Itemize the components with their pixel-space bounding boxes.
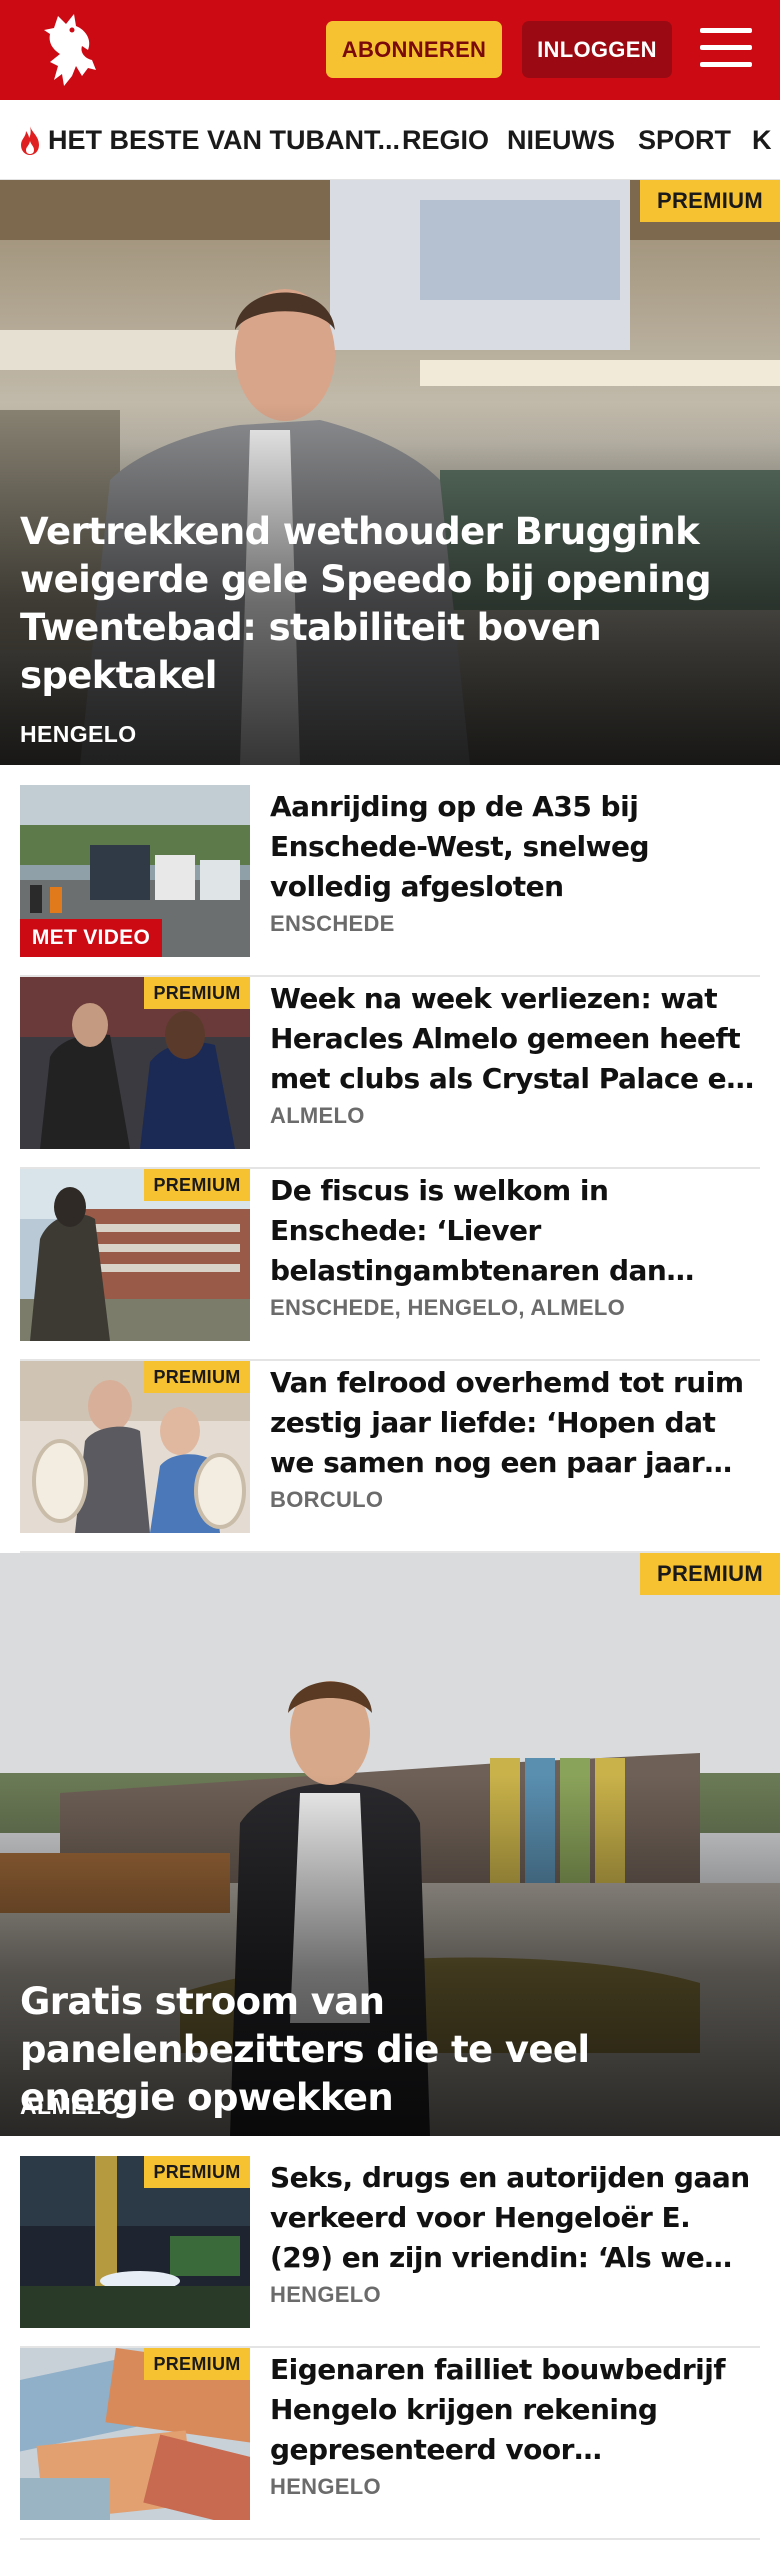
- video-badge: MET VIDEO: [20, 919, 162, 957]
- article-thumbnail: PREMIUM: [20, 1361, 250, 1533]
- flame-icon: [21, 126, 39, 155]
- section-nav: HET BESTE VAN TUBANT... REGIO NIEUWS SPO…: [0, 100, 780, 180]
- premium-badge: PREMIUM: [144, 2156, 250, 2188]
- hero-article[interactable]: PREMIUM Gratis stroom van panelenbezitte…: [0, 1553, 780, 2136]
- article-thumbnail: PREMIUM: [20, 1169, 250, 1341]
- hero-article[interactable]: PREMIUM Vertrekkend wethouder Bruggink w…: [0, 180, 780, 765]
- list-item[interactable]: PREMIUM Eigenaren failliet bouwbedrijf H…: [20, 2348, 760, 2540]
- nav-item-nieuws[interactable]: NIEUWS: [507, 100, 615, 179]
- article-place: ENSCHEDE, HENGELO, ALMELO: [270, 1295, 626, 1320]
- article-place: ENSCHEDE: [270, 911, 395, 936]
- article-place: BORCULO: [270, 1487, 384, 1512]
- article-thumbnail: PREMIUM: [20, 977, 250, 1149]
- list-item[interactable]: PREMIUM Van felrood overhemd tot ruim ze…: [20, 1361, 760, 1553]
- article-title[interactable]: Van felrood overhemd tot ruim zestig jaa…: [270, 1363, 760, 1483]
- article-title[interactable]: Week na week verliezen: wat Heracles Alm…: [270, 979, 760, 1099]
- premium-badge: PREMIUM: [144, 1361, 250, 1393]
- article-thumbnail: MET VIDEO: [20, 785, 250, 957]
- article-place: HENGELO: [270, 2282, 381, 2307]
- article-place: ALMELO: [270, 1103, 365, 1128]
- hero-title[interactable]: Vertrekkend wethouder Bruggink weigerde …: [20, 508, 740, 700]
- list-item[interactable]: PREMIUM De fiscus is welkom in Enschede:…: [20, 1169, 760, 1361]
- top-header: ABONNEREN INLOGGEN: [0, 0, 780, 100]
- login-button[interactable]: INLOGGEN: [522, 21, 672, 78]
- premium-badge: PREMIUM: [144, 1169, 250, 1201]
- article-title[interactable]: Eigenaren failliet bouwbedrijf Hengelo k…: [270, 2350, 760, 2470]
- article-place: HENGELO: [270, 2474, 381, 2499]
- article-title[interactable]: Seks, drugs en autorijden gaan verkeerd …: [270, 2158, 760, 2278]
- hamburger-menu-icon[interactable]: [700, 24, 752, 72]
- premium-badge: PREMIUM: [640, 1553, 780, 1595]
- hero-title[interactable]: Gratis stroom van panelenbezitters die t…: [20, 1978, 740, 2122]
- nav-item-more[interactable]: K: [752, 100, 772, 179]
- nav-item-best-of[interactable]: HET BESTE VAN TUBANT...: [18, 100, 401, 179]
- article-thumbnail: PREMIUM: [20, 2156, 250, 2328]
- article-title[interactable]: Aanrijding op de A35 bij Enschede-West, …: [270, 787, 760, 907]
- nav-item-label: HET BESTE VAN TUBANT...: [48, 124, 401, 155]
- list-item[interactable]: PREMIUM Seks, drugs en autorijden gaan v…: [20, 2156, 760, 2348]
- article-title[interactable]: De fiscus is welkom in Enschede: ‘Liever…: [270, 1171, 760, 1291]
- subscribe-button[interactable]: ABONNEREN: [326, 21, 502, 78]
- list-item[interactable]: MET VIDEO Aanrijding op de A35 bij Ensch…: [20, 785, 760, 977]
- hero-region: ALMELO: [20, 2093, 120, 2119]
- nav-item-regio[interactable]: REGIO: [402, 100, 489, 179]
- list-item[interactable]: PREMIUM Week na week verliezen: wat Hera…: [20, 977, 760, 1169]
- nav-item-sport[interactable]: SPORT: [638, 100, 731, 179]
- premium-badge: PREMIUM: [144, 2348, 250, 2380]
- hero-region: HENGELO: [20, 721, 137, 747]
- article-thumbnail: PREMIUM: [20, 2348, 250, 2520]
- tubantia-horse-logo-icon[interactable]: [36, 10, 106, 90]
- premium-badge: PREMIUM: [144, 977, 250, 1009]
- premium-badge: PREMIUM: [640, 180, 780, 222]
